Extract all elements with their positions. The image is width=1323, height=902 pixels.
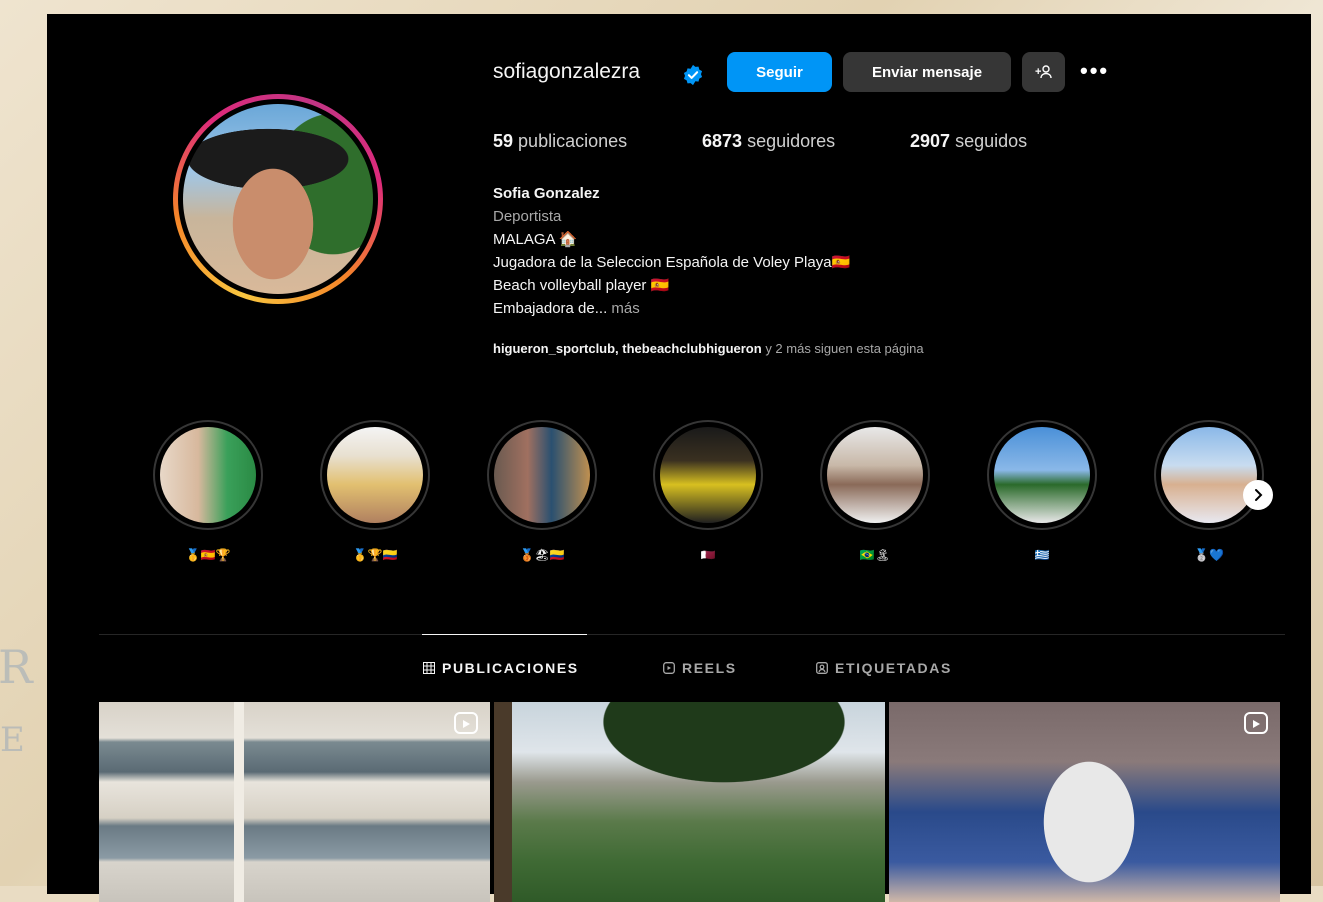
send-message-button[interactable]: Enviar mensaje <box>843 52 1011 92</box>
bio-line: MALAGA 🏠 <box>493 231 578 248</box>
avatar-photo <box>183 104 373 294</box>
story-highlight[interactable]: 🥉🏖🇨🇴 <box>487 420 597 564</box>
tab-publicaciones[interactable]: PUBLICACIONES <box>423 660 579 676</box>
bio-more-link[interactable]: más <box>611 300 639 317</box>
highlight-cover <box>827 427 923 523</box>
highlight-cover <box>160 427 256 523</box>
bio-line: Jugadora de la Seleccion Española de Vol… <box>493 254 851 271</box>
more-options-icon[interactable]: ••• <box>1080 58 1109 84</box>
post-thumbnail[interactable] <box>99 702 490 902</box>
background-decoration: R <box>0 640 33 694</box>
profile-stats: 59 publicaciones 6873 seguidores 2907 se… <box>493 131 1027 152</box>
highlight-cover <box>327 427 423 523</box>
tab-etiquetadas[interactable]: ETIQUETADAS <box>816 660 952 676</box>
suggested-users-button[interactable]: + <box>1022 52 1065 92</box>
reel-icon <box>1244 712 1268 734</box>
chevron-right-icon <box>1255 489 1263 501</box>
story-highlight[interactable]: 🇧🇷🏝 <box>820 420 930 564</box>
highlight-label: 🇬🇷 <box>1034 548 1050 562</box>
followed-by-text[interactable]: higueron_sportclub, thebeachclubhigueron… <box>493 341 924 356</box>
story-highlight[interactable]: 🥇🇪🇸🏆 <box>153 420 263 564</box>
reel-icon <box>454 712 478 734</box>
story-highlight[interactable]: 🥇🏆🇨🇴 <box>320 420 430 564</box>
tagged-icon <box>816 662 828 674</box>
tab-reels[interactable]: REELS <box>663 660 737 676</box>
stat-following[interactable]: 2907 seguidos <box>910 131 1027 152</box>
verified-badge-icon <box>683 64 703 86</box>
highlight-label: 🥇🇪🇸🏆 <box>185 548 231 562</box>
highlights-next-button[interactable] <box>1243 480 1273 510</box>
profile-avatar[interactable] <box>173 94 383 304</box>
highlight-cover <box>494 427 590 523</box>
highlight-label: 🇧🇷🏝 <box>859 548 891 562</box>
highlight-cover <box>1161 427 1257 523</box>
story-highlight[interactable]: 🇶🇦 <box>653 420 763 564</box>
profile-username: sofiagonzalezra <box>493 60 641 83</box>
story-highlight[interactable]: 🇬🇷 <box>987 420 1097 564</box>
add-user-icon: + <box>1035 65 1052 79</box>
tabs-divider <box>99 634 1285 635</box>
highlight-cover <box>660 427 756 523</box>
post-thumbnail[interactable] <box>889 702 1280 902</box>
highlight-label: 🥇🏆🇨🇴 <box>352 548 398 562</box>
bio-line: Beach volleyball player 🇪🇸 <box>493 277 670 294</box>
profile-bio: Sofia Gonzalez Deportista MALAGA 🏠 Jugad… <box>493 182 850 320</box>
profile-full-name: Sofia Gonzalez <box>493 185 600 202</box>
bio-line-truncated: Embajadora de... más <box>493 300 640 317</box>
highlight-label: 🥈💙 <box>1194 548 1224 562</box>
background-decoration: E <box>0 720 25 760</box>
reels-icon <box>663 662 675 674</box>
follow-button[interactable]: Seguir <box>727 52 832 92</box>
highlight-label: 🇶🇦 <box>700 548 716 562</box>
grid-icon <box>423 662 435 674</box>
profile-category: Deportista <box>493 208 562 225</box>
highlight-label: 🥉🏖🇨🇴 <box>519 548 565 562</box>
stat-posts[interactable]: 59 publicaciones <box>493 131 702 152</box>
stat-followers[interactable]: 6873 seguidores <box>702 131 910 152</box>
post-thumbnail[interactable] <box>494 702 885 902</box>
instagram-profile-window: sofiagonzalezra Seguir Enviar mensaje + … <box>47 14 1311 902</box>
svg-text:+: + <box>1035 66 1041 78</box>
active-tab-indicator <box>422 634 587 635</box>
highlight-cover <box>994 427 1090 523</box>
